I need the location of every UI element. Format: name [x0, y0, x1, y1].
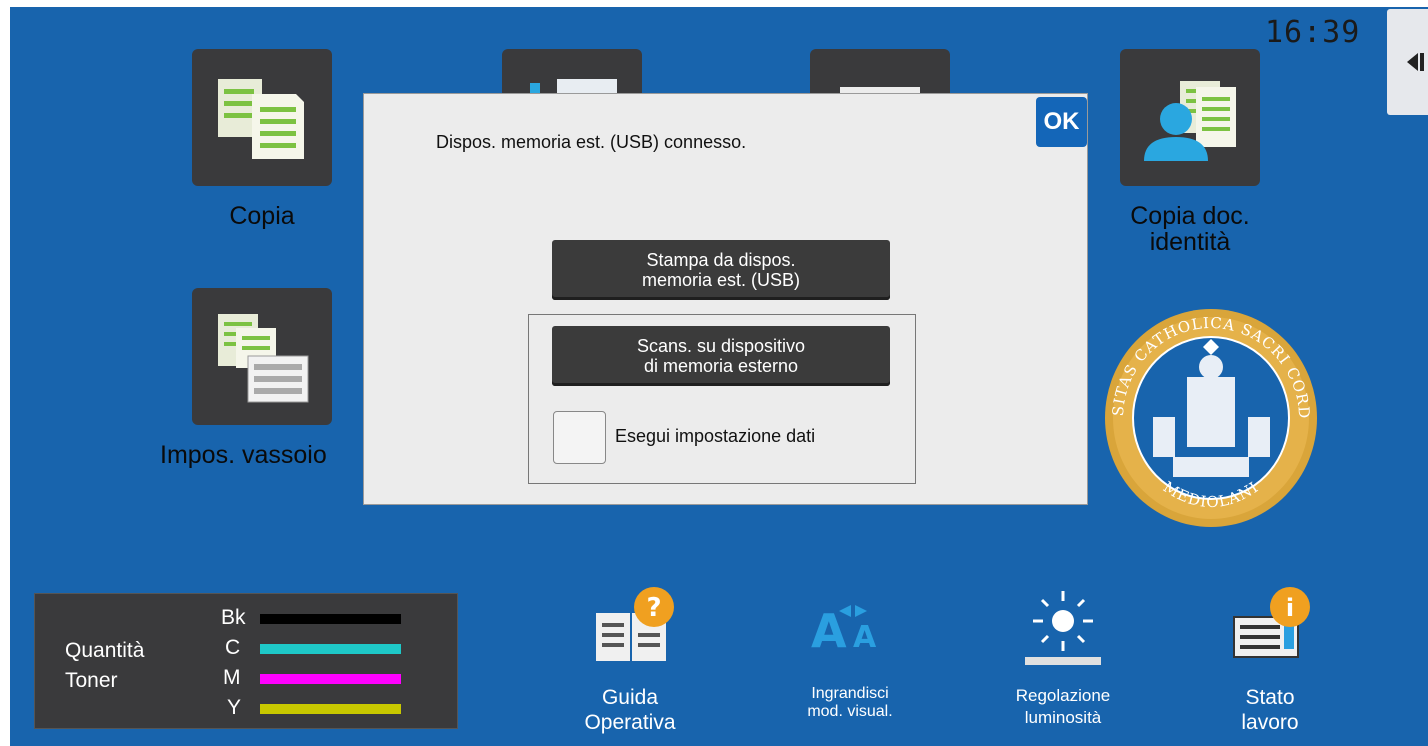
print-from-usb-button[interactable]: Stampa da dispos. memoria est. (USB) — [552, 240, 890, 300]
usb-connected-dialog: Dispos. memoria est. (USB) connesso. OK … — [363, 93, 1088, 505]
brightness-button[interactable]: Regolazione luminosità — [998, 585, 1128, 735]
toner-label-m: M — [223, 666, 241, 689]
collapse-arrow-icon — [1407, 53, 1418, 71]
clock: 16:39 — [1265, 15, 1361, 50]
copy-tile[interactable] — [192, 49, 332, 186]
toner-title: Quantità Toner — [65, 639, 145, 692]
toner-label-c: C — [225, 636, 241, 659]
toner-label-bk: Bk — [221, 606, 246, 629]
scan-to-usb-button[interactable]: Scans. su dispositivo di memoria esterno — [552, 326, 890, 386]
data-setup-checkbox[interactable] — [553, 411, 606, 464]
university-seal-logo: UNIVERSITAS CATHOLICA SACRI CORDIS IESU … — [1103, 307, 1317, 527]
enlarge-display-button[interactable]: A A Ingrandisci mod. visual. — [785, 585, 915, 735]
tray-settings-tile[interactable] — [192, 288, 332, 425]
ok-button[interactable]: OK — [1036, 97, 1087, 147]
id-copy-tile[interactable] — [1120, 49, 1260, 186]
text-enlarge-icon: A A — [811, 604, 877, 657]
home-screen: 16:39 Copia Copia doc. identità Impos. v… — [10, 7, 1428, 746]
copy-tile-label: Copia — [229, 202, 295, 230]
brightness-label: Regolazione luminosità — [1015, 686, 1111, 727]
scan-options-group: Scans. su dispositivo di memoria esterno… — [528, 314, 916, 484]
toner-label-y: Y — [227, 696, 242, 719]
toner-bar-c — [260, 644, 401, 654]
toner-bar-bk — [260, 614, 401, 624]
svg-text:?: ? — [646, 593, 661, 623]
toner-bar-y — [260, 704, 401, 714]
help-manual-icon: ? — [596, 587, 674, 661]
guide-button[interactable]: ? Guida Operativa — [570, 585, 690, 740]
toner-quantity-panel: Quantità Toner Bk C M Y — [34, 593, 458, 729]
brightness-icon — [1025, 591, 1101, 665]
id-copy-tile-label: Copia doc. identità — [1130, 202, 1250, 256]
data-setup-label: Esegui impostazione dati — [615, 426, 816, 446]
job-status-label: Stato lavoro — [1241, 686, 1299, 734]
id-card-copy-icon — [1144, 81, 1236, 161]
job-status-button[interactable]: i Stato lavoro — [1210, 585, 1330, 740]
tray-settings-icon — [218, 314, 309, 403]
svg-text:i: i — [1286, 594, 1294, 622]
tray-settings-tile-label: Impos. vassoio — [160, 441, 327, 469]
panel-edge-icon — [1420, 53, 1424, 71]
dialog-message: Dispos. memoria est. (USB) connesso. — [436, 132, 747, 152]
enlarge-display-label: Ingrandisci mod. visual. — [807, 685, 893, 720]
toner-bar-m — [260, 674, 401, 684]
svg-text:A: A — [853, 620, 877, 655]
side-panel-toggle[interactable] — [1387, 9, 1428, 115]
copy-documents-icon — [218, 79, 304, 159]
job-status-icon: i — [1233, 587, 1310, 658]
guide-label: Guida Operativa — [584, 686, 676, 734]
